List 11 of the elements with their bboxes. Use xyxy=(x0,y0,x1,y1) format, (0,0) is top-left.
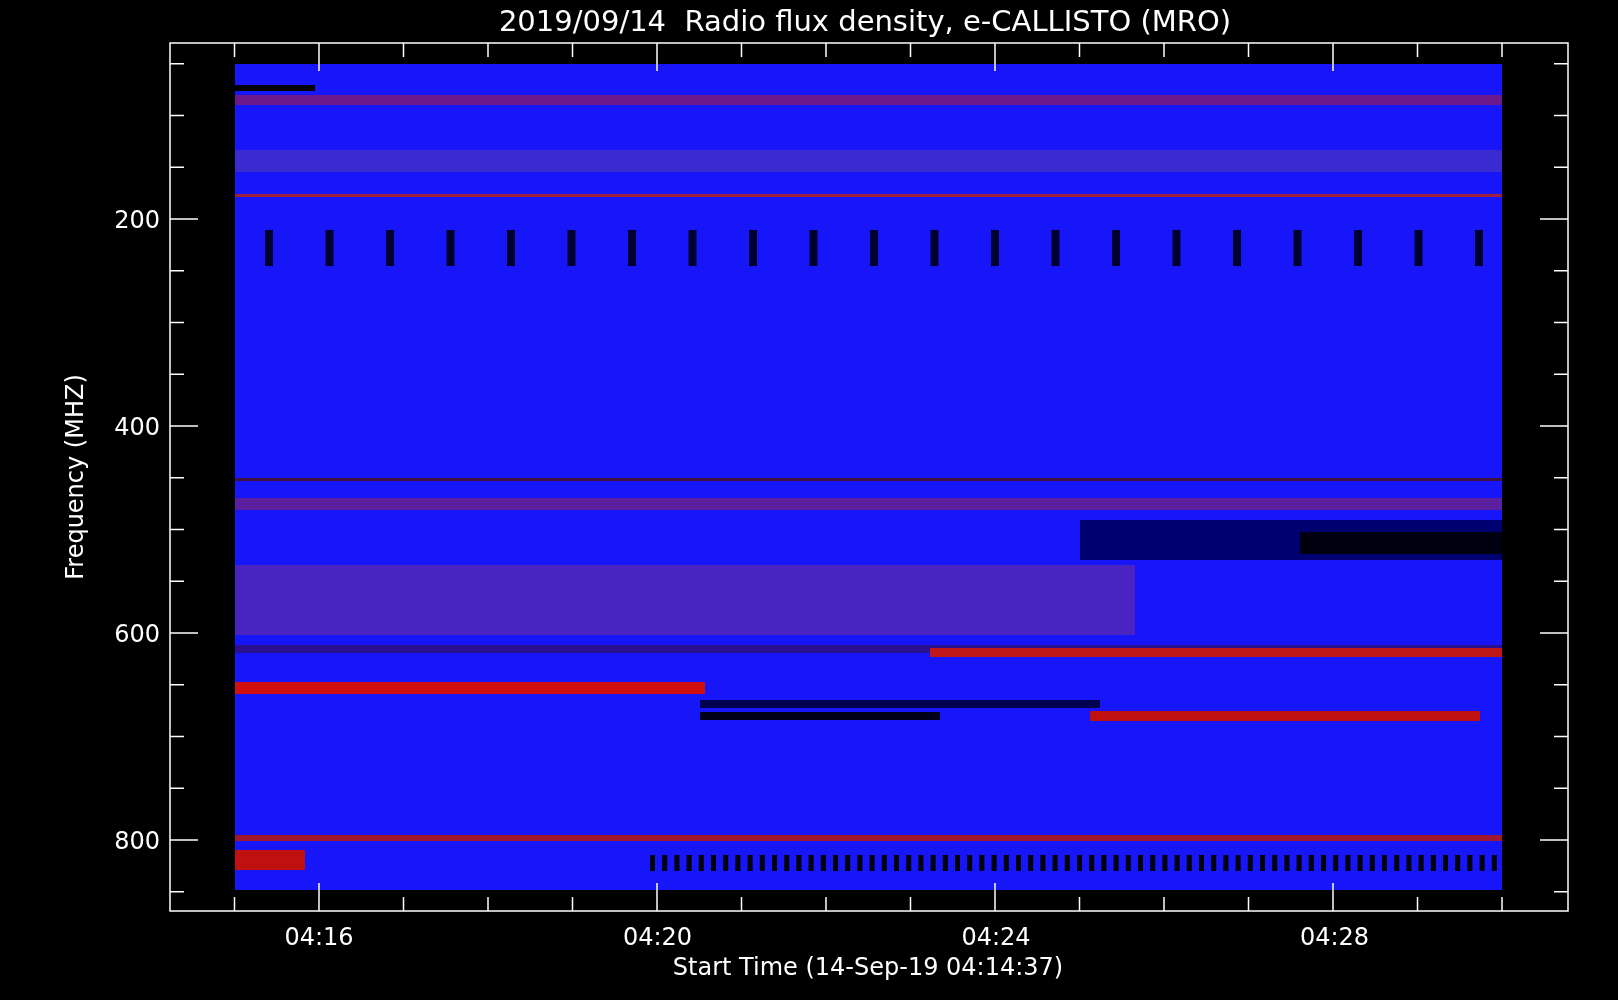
y-tick-label: 400 xyxy=(114,413,160,441)
y-tick-label: 200 xyxy=(114,206,160,234)
x-tick-label: 04:28 xyxy=(1299,923,1370,951)
y-tick-label: 600 xyxy=(114,620,160,648)
x-tick-label: 04:20 xyxy=(622,923,693,951)
y-axis-label: Frequency (MHZ) xyxy=(61,374,89,580)
x-tick-label: 04:24 xyxy=(961,923,1031,951)
x-tick-label: 04:16 xyxy=(284,923,354,951)
x-axis-label: Start Time (14-Sep-19 04:14:37) xyxy=(672,953,1064,981)
y-tick-label: 800 xyxy=(114,827,160,855)
chart-title: 2019/09/14 Radio flux density, e-CALLISTO (MRO) xyxy=(498,4,1232,38)
